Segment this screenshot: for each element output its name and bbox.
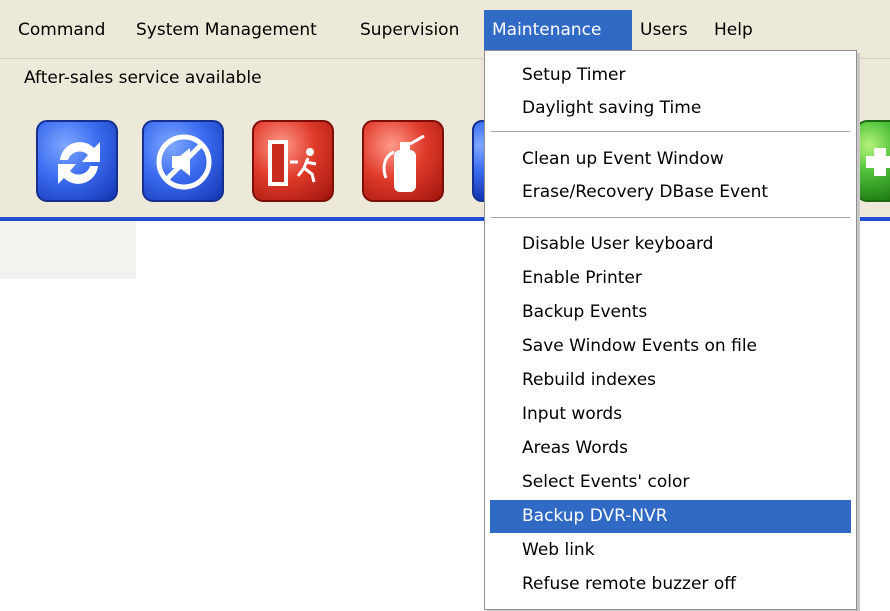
refresh-button[interactable] — [36, 120, 118, 202]
emergency-exit-button[interactable] — [252, 120, 334, 202]
menu-separator — [491, 131, 850, 133]
add-button[interactable] — [856, 120, 890, 202]
panel-corner — [0, 221, 136, 279]
menu-item-save-window-events-on-file[interactable]: Save Window Events on file — [490, 330, 851, 363]
menu-item-erase-recovery-dbase-event[interactable]: Erase/Recovery DBase Event — [490, 176, 851, 209]
menu-maintenance[interactable]: Maintenance — [484, 10, 632, 50]
status-text: After-sales service available — [24, 68, 262, 88]
menu-item-backup-dvr-nvr[interactable]: Backup DVR-NVR — [490, 500, 851, 533]
menu-item-input-words[interactable]: Input words — [490, 398, 851, 431]
menu-separator — [491, 217, 850, 219]
menu-item-setup-timer[interactable]: Setup Timer — [490, 59, 851, 92]
maintenance-dropdown: Setup Timer Daylight saving Time Clean u… — [484, 50, 857, 610]
menu-item-backup-events[interactable]: Backup Events — [490, 296, 851, 329]
menu-supervision[interactable]: Supervision — [352, 10, 467, 50]
menu-item-disable-user-keyboard[interactable]: Disable User keyboard — [490, 228, 851, 261]
menu-item-areas-words[interactable]: Areas Words — [490, 432, 851, 465]
menu-command[interactable]: Command — [10, 10, 113, 50]
menu-item-rebuild-indexes[interactable]: Rebuild indexes — [490, 364, 851, 397]
menu-help[interactable]: Help — [706, 10, 761, 50]
menu-system-management[interactable]: System Management — [128, 10, 325, 50]
menu-item-select-events-color[interactable]: Select Events' color — [490, 466, 851, 499]
menu-item-refuse-remote-buzzer-off[interactable]: Refuse remote buzzer off — [490, 568, 851, 601]
menu-item-web-link[interactable]: Web link — [490, 534, 851, 567]
menu-item-daylight-saving-time[interactable]: Daylight saving Time — [490, 92, 851, 125]
menu-item-enable-printer[interactable]: Enable Printer — [490, 262, 851, 295]
menu-item-clean-up-event-window[interactable]: Clean up Event Window — [490, 143, 851, 176]
menu-users[interactable]: Users — [632, 10, 696, 50]
fire-extinguisher-button[interactable] — [362, 120, 444, 202]
mute-button[interactable] — [142, 120, 224, 202]
